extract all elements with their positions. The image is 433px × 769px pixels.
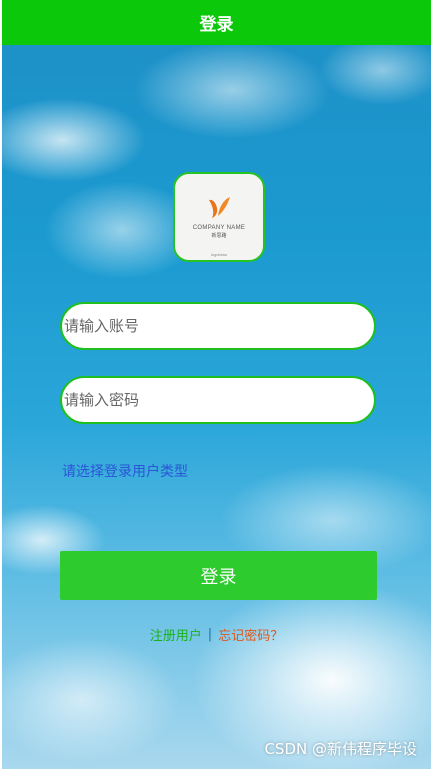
user-type-selector[interactable]: 请选择登录用户类型	[62, 461, 188, 481]
source-watermark: CSDN @新伟程序毕设	[264, 740, 417, 758]
page-title: 登录	[199, 15, 234, 35]
auth-links: 注册用户 | 忘记密码？	[2, 625, 431, 644]
account-field[interactable]	[60, 302, 376, 350]
login-screen: 登录 COMPANY NAME 新思路 logoboss 请选择登录用户类型 登…	[2, 0, 431, 769]
register-link[interactable]: 注册用户	[150, 625, 202, 644]
forgot-password-link[interactable]: 忘记密码？	[218, 625, 283, 644]
logo-subtitle: 新思路	[211, 233, 227, 239]
logo-tagline: logoboss	[210, 252, 227, 257]
logo-company-name: COMPANY NAME	[192, 225, 246, 231]
login-button[interactable]: 登录	[60, 551, 377, 600]
app-header: 登录	[2, 0, 431, 45]
company-logo: COMPANY NAME 新思路 logoboss	[173, 172, 265, 262]
password-input[interactable]	[64, 378, 374, 422]
password-field[interactable]	[60, 376, 376, 424]
leaf-logo-icon	[209, 197, 230, 218]
account-input[interactable]	[64, 304, 374, 348]
link-separator: |	[207, 627, 213, 642]
